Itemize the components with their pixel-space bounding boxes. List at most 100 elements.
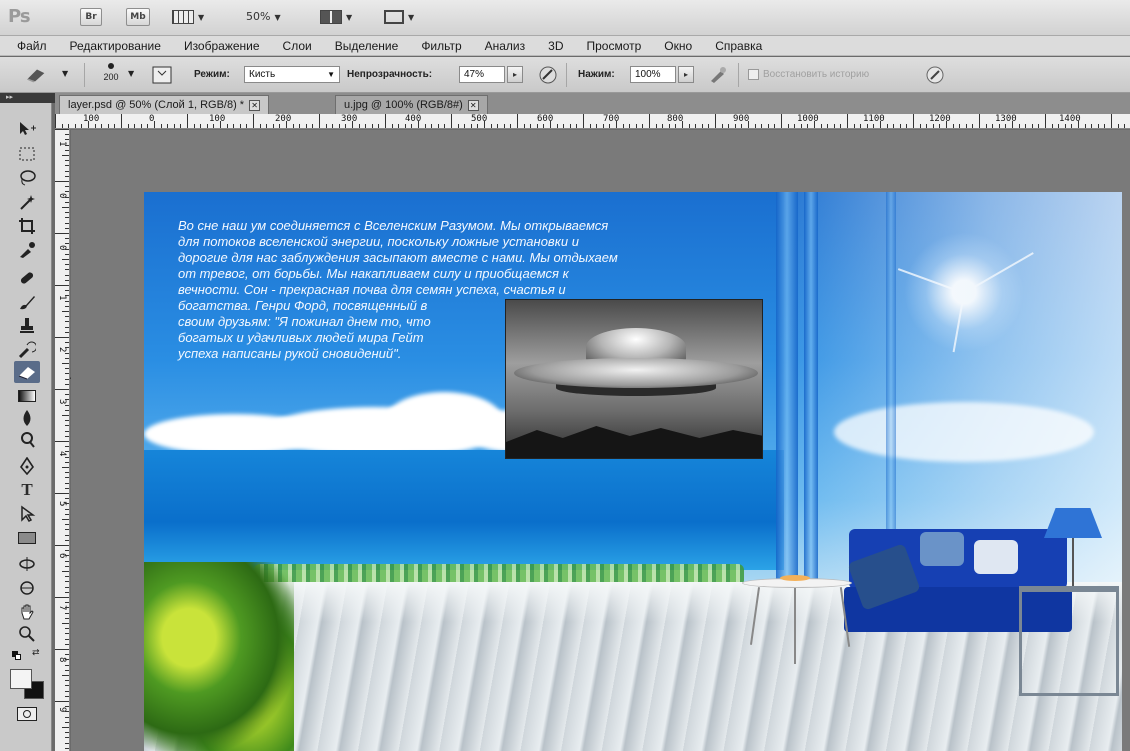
menu-file[interactable]: Файл — [17, 39, 47, 53]
rectangle-tool-icon[interactable] — [14, 527, 40, 549]
crop-tool-icon[interactable] — [14, 215, 40, 237]
close-icon[interactable]: ✕ — [467, 100, 479, 111]
ruler-tick — [1064, 124, 1066, 128]
ruler-tick — [470, 124, 472, 128]
screen-mode-dropdown[interactable]: ▼ — [384, 10, 414, 24]
ruler-tick — [886, 124, 888, 128]
ruler-tick — [233, 124, 235, 128]
arrange-documents-dropdown[interactable]: ▼ — [320, 10, 352, 24]
default-colors-icon[interactable]: ⇄ — [12, 648, 42, 665]
ruler-tick — [1018, 124, 1020, 128]
menu-3d[interactable]: 3D — [548, 39, 563, 53]
ruler-tick — [906, 124, 908, 128]
ruler-tick — [65, 425, 69, 427]
ruler-tick — [774, 124, 776, 128]
tab-u-jpg[interactable]: u.jpg @ 100% (RGB/8#) ✕ — [335, 95, 488, 114]
ruler-tick — [187, 114, 188, 128]
path-selection-tool-icon[interactable] — [14, 503, 40, 525]
mode-select[interactable]: Кисть ▼ — [244, 66, 340, 83]
ruler-tick — [65, 139, 69, 141]
blur-tool-icon[interactable] — [14, 407, 40, 429]
magic-wand-tool-icon[interactable] — [14, 191, 40, 213]
tab-layer-psd[interactable]: layer.psd @ 50% (Слой 1, RGB/8) * ✕ — [59, 95, 270, 114]
quick-mask-icon[interactable] — [14, 703, 40, 725]
flow-slider-arrow-icon[interactable]: ▸ — [678, 66, 694, 83]
zoom-level-dropdown[interactable]: 50% ▼ — [246, 10, 281, 23]
menu-help[interactable]: Справка — [715, 39, 762, 53]
opacity-field[interactable]: 47% — [459, 66, 505, 83]
airbrush-icon[interactable] — [707, 64, 729, 86]
menu-window[interactable]: Окно — [664, 39, 692, 53]
preset-caret-icon[interactable]: ▼ — [62, 69, 68, 78]
move-tool-icon[interactable] — [14, 117, 40, 139]
ruler-tick — [965, 124, 967, 128]
brush-caret-icon[interactable]: ▼ — [128, 69, 134, 78]
ruler-tick — [741, 124, 743, 128]
document-canvas[interactable]: Во сне наш ум соединяется с Вселенским Р… — [144, 192, 1122, 751]
opacity-label: Непрозрачность: — [347, 69, 433, 80]
tools-panel: T ⇄ — [0, 103, 72, 751]
ruler-tick — [1078, 121, 1079, 128]
ruler-tick — [65, 399, 69, 401]
flow-field[interactable]: 100% — [630, 66, 676, 83]
menu-filter[interactable]: Фильтр — [421, 39, 461, 53]
3d-orbit-tool-icon[interactable] — [14, 577, 40, 599]
ruler-tick — [65, 326, 69, 328]
menu-layer[interactable]: Слои — [283, 39, 312, 53]
healing-brush-tool-icon[interactable] — [14, 267, 40, 289]
foreground-color-swatch[interactable] — [10, 669, 32, 689]
zoom-tool-icon[interactable] — [14, 623, 40, 645]
document-tabs: layer.psd @ 50% (Слой 1, RGB/8) * ✕ u.jpg… — [55, 93, 1130, 114]
dodge-tool-icon[interactable] — [14, 429, 40, 451]
ruler-tick — [609, 124, 611, 128]
lasso-tool-icon[interactable] — [14, 167, 40, 189]
horizontal-ruler[interactable]: 100 0 100 200 300 400 500 600 700 800 90… — [55, 114, 1130, 129]
type-tool-icon[interactable]: T — [14, 479, 40, 501]
eraser-tool-preset-icon[interactable] — [26, 64, 48, 86]
ruler-tick — [65, 212, 69, 214]
gradient-tool-icon[interactable] — [14, 385, 40, 407]
hand-tool-icon[interactable] — [14, 601, 40, 623]
ufo-photo-layer[interactable] — [505, 299, 763, 459]
ruler-tick — [101, 124, 103, 128]
brush-tool-icon[interactable] — [14, 291, 40, 313]
close-icon[interactable]: ✕ — [249, 100, 261, 111]
opacity-slider-arrow-icon[interactable]: ▸ — [507, 66, 523, 83]
history-brush-tool-icon[interactable] — [14, 339, 40, 361]
brush-size-picker[interactable]: 200 — [96, 62, 126, 82]
menu-select[interactable]: Выделение — [335, 39, 399, 53]
ruler-tick — [65, 196, 69, 198]
marquee-tool-icon[interactable] — [14, 143, 40, 165]
mini-bridge-button[interactable]: Mb — [126, 8, 150, 26]
tablet-pressure-icon[interactable] — [924, 64, 946, 86]
eraser-tool-icon[interactable] — [14, 361, 40, 383]
ruler-tick — [65, 290, 69, 292]
ruler-tick — [65, 669, 69, 671]
swap-colors-icon[interactable]: ⇄ — [32, 648, 40, 658]
menu-analysis[interactable]: Анализ — [485, 39, 526, 53]
tools-panel-header[interactable]: ▸▸ — [0, 93, 55, 103]
ruler-tick — [65, 186, 69, 188]
pen-tool-icon[interactable] — [14, 455, 40, 477]
color-swatches[interactable] — [10, 669, 44, 699]
3d-rotate-tool-icon[interactable] — [14, 553, 40, 575]
ruler-tick — [65, 716, 69, 718]
menu-view[interactable]: Просмотр — [586, 39, 641, 53]
ruler-tick — [239, 124, 241, 128]
ruler-tick — [55, 285, 69, 286]
ruler-tick — [880, 121, 881, 128]
ruler-tick — [932, 124, 934, 128]
menu-edit[interactable]: Редактирование — [70, 39, 161, 53]
airbrush-opacity-icon[interactable] — [537, 64, 559, 86]
clone-stamp-tool-icon[interactable] — [14, 315, 40, 337]
ruler-tick — [121, 114, 122, 128]
view-extras-dropdown[interactable]: ▼ — [172, 10, 204, 24]
ruler-tick — [893, 124, 895, 128]
eyedropper-tool-icon[interactable] — [14, 239, 40, 261]
menu-image[interactable]: Изображение — [184, 39, 260, 53]
bridge-button[interactable]: Br — [80, 8, 102, 26]
vertical-ruler[interactable]: 1 0 0 1 2 3 4 5 6 7 8 9 — [55, 129, 70, 751]
ruler-tick — [345, 124, 347, 128]
erase-to-history-checkbox[interactable] — [748, 69, 759, 80]
brush-panel-toggle-icon[interactable] — [151, 64, 173, 86]
